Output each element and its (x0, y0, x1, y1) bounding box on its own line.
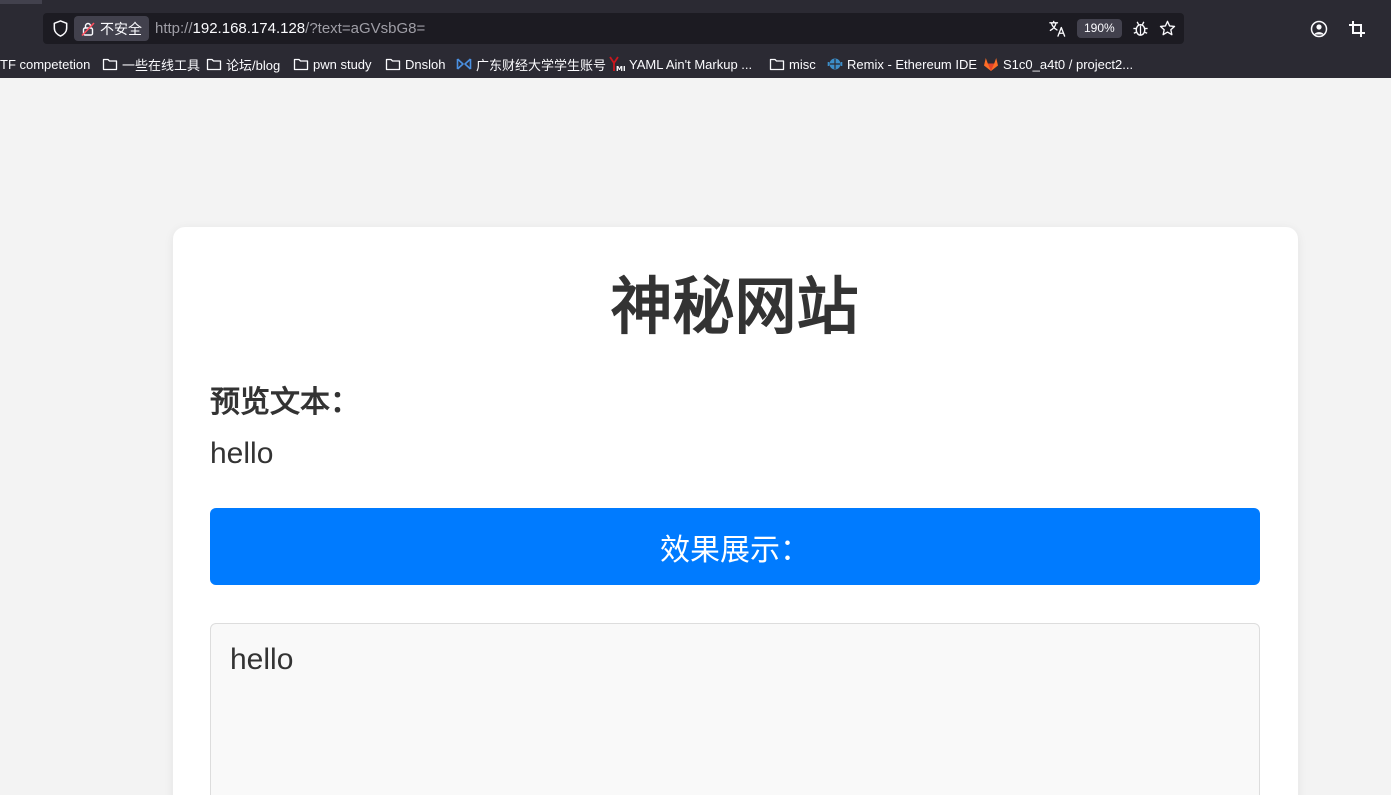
remix-icon (827, 58, 843, 70)
svg-text:ML: ML (616, 65, 625, 72)
bookmark-folder-tools[interactable]: 一些在线工具 (102, 52, 200, 76)
bookmark-remix-ide[interactable]: Remix - Ethereum IDE (827, 52, 977, 76)
folder-icon (102, 58, 118, 71)
shield-icon[interactable] (51, 19, 70, 38)
bookmark-tf-competetion[interactable]: TF competetion (0, 52, 90, 76)
security-label: 不安全 (100, 20, 142, 37)
translate-icon[interactable] (1048, 19, 1067, 38)
preview-text: hello (210, 437, 274, 470)
result-text: hello (230, 643, 294, 676)
bookmark-gdufe-student-account[interactable]: 广东财经大学学生账号 (456, 52, 606, 76)
bookmark-label: Dnsloh (405, 56, 446, 72)
url-host: 192.168.174.128 (192, 20, 306, 37)
folder-icon (206, 58, 222, 71)
url-path: /?text=aGVsbG8= (305, 20, 426, 37)
lock-icon (81, 21, 95, 36)
address-bar[interactable]: 不安全 http://192.168.174.128/?text=aGVsbG8… (43, 13, 1184, 44)
zoom-level-button[interactable]: 190% (1077, 19, 1122, 38)
show-result-button[interactable]: 效果展示： (210, 508, 1260, 585)
bookmark-folder-pwn-study[interactable]: pwn study (293, 52, 372, 76)
preview-label: 预览文本： (210, 386, 360, 419)
browser-toolbar: 不安全 http://192.168.174.128/?text=aGVsbG8… (0, 0, 1391, 78)
university-icon (456, 58, 472, 70)
account-icon[interactable] (1309, 19, 1329, 39)
bookmark-folder-dnsloh[interactable]: Dnsloh (385, 52, 445, 76)
bookmark-label: 论坛/blog (226, 57, 281, 73)
result-output-box: hello (210, 623, 1260, 795)
bookmark-folder-misc[interactable]: misc (769, 52, 816, 76)
page-title: 神秘网站 (610, 273, 859, 342)
bookmark-label: 广东财经大学学生账号 (476, 57, 607, 73)
bookmark-label: 一些在线工具 (122, 57, 201, 73)
bookmarks-toolbar: TF competetion 一些在线工具 论坛/blog pwn study … (0, 52, 1391, 76)
bookmark-label: TF competetion (0, 56, 91, 72)
folder-icon (385, 58, 401, 71)
bookmark-label: misc (789, 56, 816, 72)
bookmark-folder-blog[interactable]: 论坛/blog (206, 52, 280, 76)
tab-strip-edge[interactable] (0, 0, 42, 4)
crop-icon[interactable] (1347, 19, 1367, 39)
bookmark-label: S1c0_a4t0 / project2... (1003, 56, 1134, 72)
gitlab-icon (984, 58, 998, 71)
star-icon[interactable] (1158, 19, 1177, 38)
security-indicator[interactable]: 不安全 (74, 16, 149, 41)
bookmark-gitlab-project[interactable]: S1c0_a4t0 / project2... (983, 52, 1133, 76)
yaml-icon: ML (609, 56, 625, 72)
folder-icon (293, 58, 309, 71)
folder-icon (769, 58, 785, 71)
url-scheme: http:// (155, 20, 193, 37)
bookmark-yaml[interactable]: ML YAML Ain't Markup ... (609, 52, 752, 76)
bookmark-label: Remix - Ethereum IDE (847, 56, 978, 72)
url-text[interactable]: http://192.168.174.128/?text=aGVsbG8= (155, 19, 425, 38)
bookmark-label: pwn study (313, 56, 372, 72)
bookmark-label: YAML Ain't Markup ... (629, 56, 753, 72)
bug-icon[interactable] (1131, 19, 1150, 38)
